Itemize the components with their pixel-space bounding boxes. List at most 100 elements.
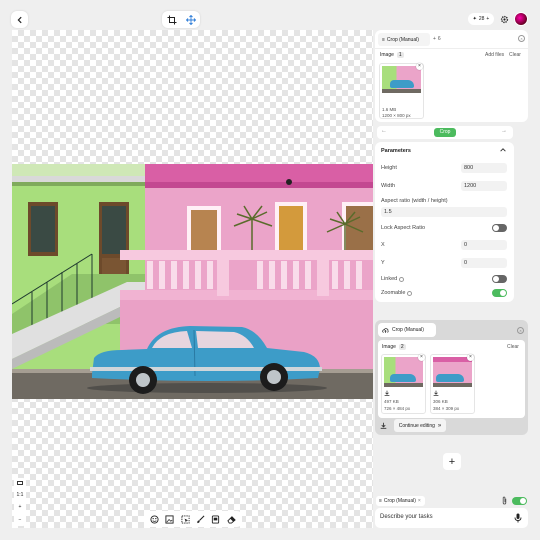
aspect-ratio-label: Aspect ratio (width / height) [381,198,448,204]
select-tool-button[interactable] [179,513,191,525]
thumb-size: 1.6 MB [382,107,397,112]
lock-aspect-toggle[interactable] [492,224,507,232]
move-icon [185,14,196,25]
continue-editing-label: Continue editing [398,422,435,429]
chat-input-box[interactable]: Describe your tasks [375,508,528,528]
info-icon[interactable] [407,290,413,296]
bottom-toolbar [144,511,242,527]
result-1-size: 497 KB [384,399,399,404]
frame-tool-button[interactable] [210,513,222,525]
canvas-mode-toolbar [162,11,200,28]
settings-button[interactable] [498,13,510,25]
add-step-button[interactable]: + [443,453,461,470]
move-tool-button[interactable] [185,14,196,25]
crop-icon [167,15,176,24]
minimap-icon[interactable] [17,481,23,486]
chip-close-button[interactable]: × [418,498,421,504]
remove-result-1-button[interactable]: × [418,354,425,361]
download-icon [384,390,390,396]
tab-crop-manual[interactable]: ≡ Crop (Manual) [378,33,430,46]
cloud-upload-icon [382,327,389,333]
add-files-button[interactable]: Add files [485,52,504,58]
width-label: Width [381,183,396,189]
height-input[interactable]: 800 [461,163,507,173]
attach-button[interactable] [501,496,508,507]
microphone-icon [514,513,522,523]
photo-image[interactable] [12,164,373,399]
image-swap-tool-button[interactable] [164,513,176,525]
step-nav: ← Crop → [377,126,513,139]
continue-editing-button[interactable]: Continue editing » [394,419,446,432]
parameters-panel: Parameters Height 800 Width 1200 Aspect … [375,142,514,302]
close-panel-button[interactable]: × [518,35,525,42]
plus-icon: + [433,36,436,42]
result-image-header: Image 2 [382,344,406,350]
clear-images-button[interactable]: Clear [509,52,521,58]
result-image-count: 2 [398,344,406,350]
info-icon[interactable] [399,276,405,282]
current-step-chip[interactable]: Crop [434,128,456,137]
tab-crop-manual-label: Crop (Manual) [386,36,419,43]
image-section-header: Image 1 [380,52,404,58]
thumb-dims: 1200 × 800 px [382,113,411,118]
brush-tool-button[interactable] [195,513,207,525]
gear-icon [500,15,508,23]
zoom-ratio[interactable]: 1:1 [17,492,24,498]
y-input[interactable]: 0 [461,258,507,268]
result-thumb-2[interactable]: × 306 KB 384 × 309 px [430,354,475,414]
result-clear-button[interactable]: Clear [507,344,519,350]
result-thumb-1[interactable]: × 497 KB 726 × 484 px [381,354,426,414]
chat-context-chip[interactable]: ≡ Crop (Manual) × [376,496,425,506]
image-section-title: Image [380,52,394,58]
result-images-box: Image 2 Clear × 497 KB 726 × 484 px × 30… [378,340,525,418]
chevron-up-icon [500,148,506,152]
collapse-parameters-button[interactable] [499,146,507,154]
face-icon [150,514,159,524]
double-chevron-right-icon: » [437,422,442,429]
zoomable-label: Zoomable [381,290,406,296]
linked-toggle[interactable] [492,275,507,283]
zoom-out-button[interactable]: − [19,517,22,523]
input-image-thumb[interactable]: × 1.6 MB 1200 × 800 px [379,63,424,119]
result-1-dims: 726 × 484 px [384,406,411,411]
result-card: Crop (Manual) × Image 2 Clear × 497 KB 7… [375,320,528,435]
frame-icon [212,514,220,524]
next-step-button[interactable]: → [501,128,507,134]
brush-icon [197,515,205,523]
tool-settings-card: ≡ Crop (Manual) + 6 × Image 1 Add files … [375,30,528,122]
close-result-button[interactable]: × [517,327,524,334]
download-result-1-button[interactable] [384,390,390,398]
remove-image-button[interactable]: × [416,63,423,70]
microphone-button[interactable] [514,513,522,525]
back-button[interactable] [11,11,28,28]
zoomable-label-row: Zoomable [381,290,413,296]
result-thumb-1-preview [384,357,423,387]
result-title: Crop (Manual) [392,327,424,333]
linked-label-row: Linked [381,276,405,282]
remove-result-2-button[interactable]: × [467,354,474,361]
select-icon [181,514,190,524]
zoom-in-button[interactable]: + [19,504,22,510]
zoomable-toggle[interactable] [492,289,507,297]
download-result-2-button[interactable] [433,390,439,398]
width-input[interactable]: 1200 [461,181,507,191]
aspect-ratio-input[interactable]: 1.5 [381,207,507,217]
paperclip-icon [502,496,507,505]
credits-count: 28 [478,16,485,22]
download-all-button[interactable] [380,422,387,431]
face-tool-button[interactable] [149,513,161,525]
result-tab[interactable]: Crop (Manual) [378,323,436,337]
credits-badge[interactable]: ✦ 28 + [468,13,494,25]
chat-mode-toggle[interactable] [512,497,527,505]
chevron-left-icon [17,16,22,23]
crop-tool-button[interactable] [167,15,177,25]
x-input[interactable]: 0 [461,240,507,250]
prev-step-button[interactable]: ← [381,128,387,134]
chat-chip-label: Crop (Manual) [383,498,416,504]
tab-add-button[interactable]: + 6 [433,36,441,42]
avatar[interactable] [514,12,528,26]
eraser-tool-button[interactable] [225,513,237,525]
x-label: X [381,242,385,248]
download-icon [433,390,439,396]
result-2-dims: 384 × 309 px [433,406,460,411]
